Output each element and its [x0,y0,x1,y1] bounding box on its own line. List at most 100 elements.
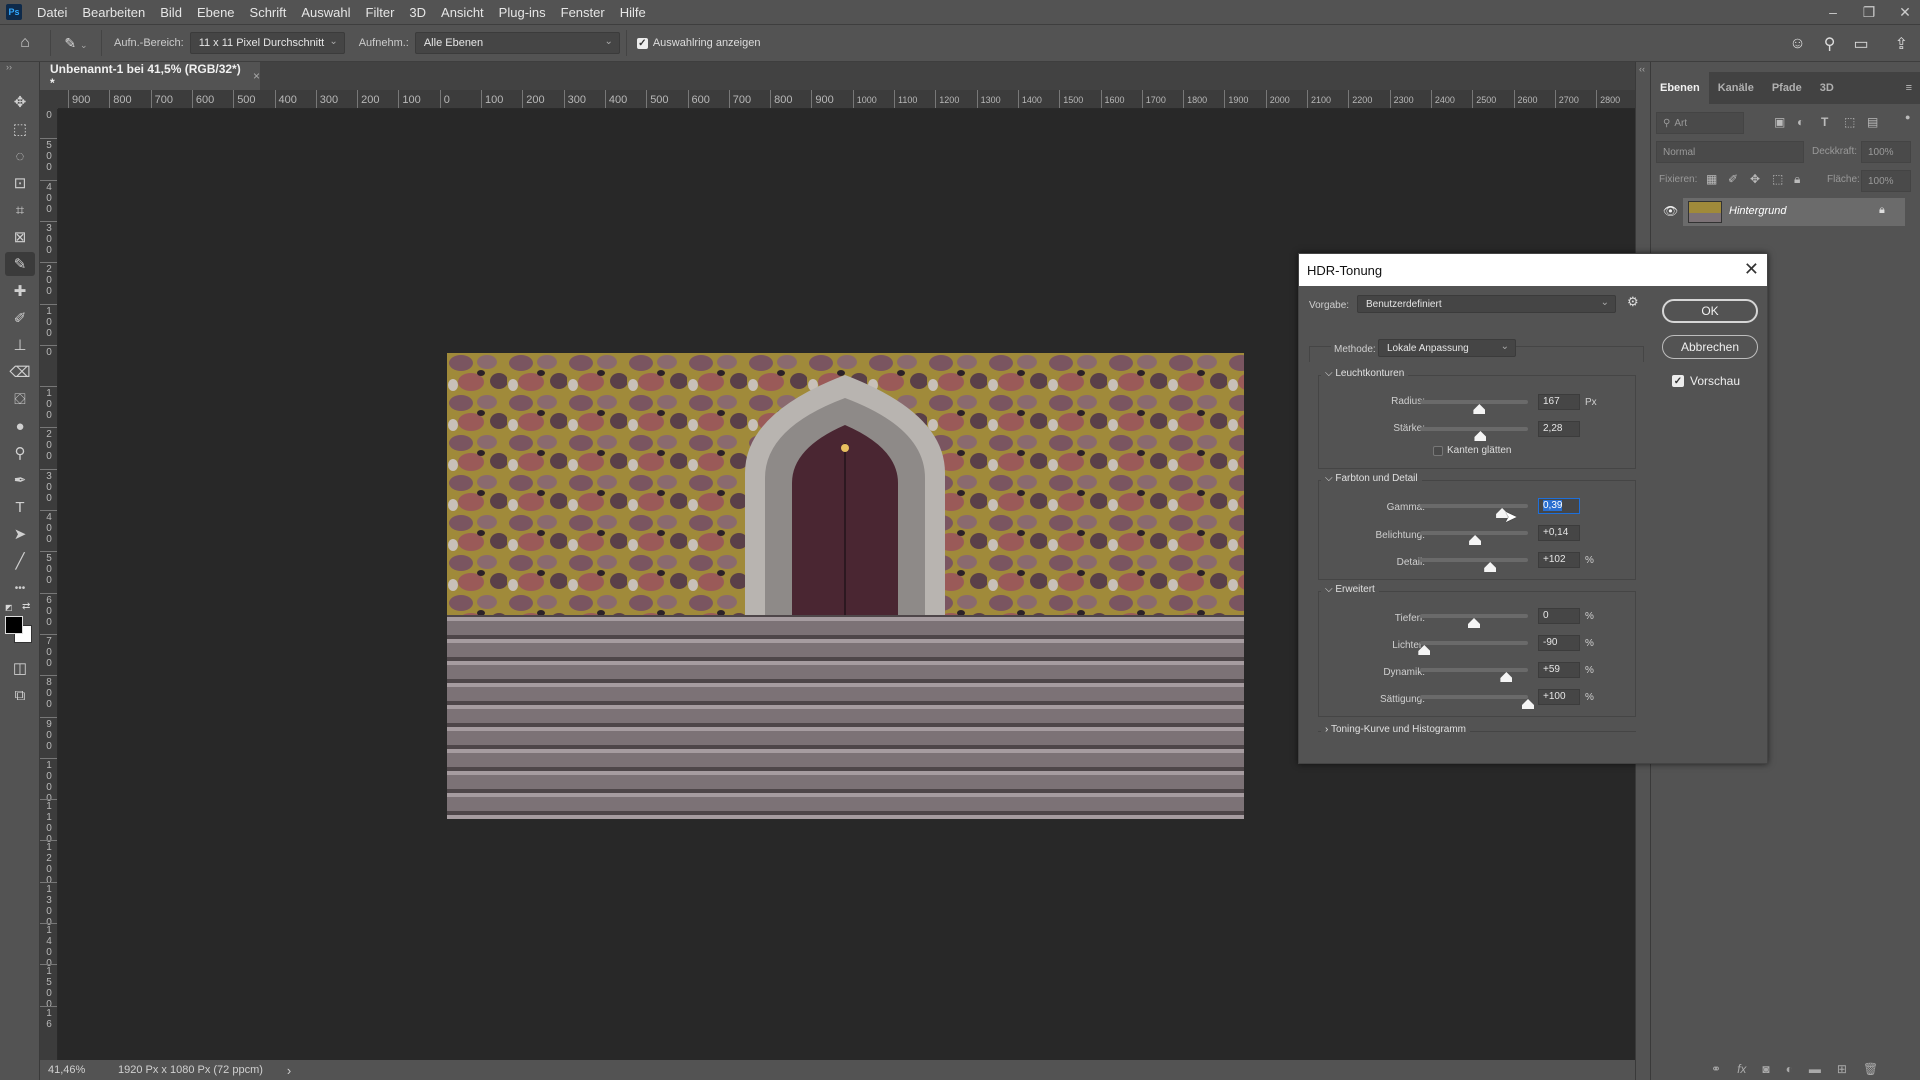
menu-hilfe[interactable]: Hilfe [613,5,654,20]
exposure-slider[interactable] [1420,531,1528,535]
more-tools[interactable]: ••• [5,576,35,600]
sample-size-select[interactable]: 11 x 11 Pixel Durchschnitt ⌄ [189,32,345,54]
exposure-field[interactable]: +0,14 [1538,525,1580,541]
collapse-toolbar-icon[interactable]: ›› [0,62,39,76]
menu-ansicht[interactable]: Ansicht [434,5,492,20]
workspace-icon[interactable]: ▭ [1853,34,1868,54]
vibrance-field[interactable]: +59 [1538,662,1580,678]
fill-field[interactable]: 100% [1861,170,1911,192]
shadow-slider[interactable] [1420,614,1528,618]
close-window-button[interactable]: ✕ [1890,0,1920,24]
quick-mask-icon[interactable]: ◫ [5,656,35,680]
preview-checkbox[interactable]: ✓ [1672,375,1684,387]
close-icon[interactable]: ✕ [1744,259,1759,280]
strength-slider[interactable] [1420,427,1528,431]
saturation-field[interactable]: +100 [1538,689,1580,705]
new-group-icon[interactable]: ▬ [1809,1062,1821,1076]
ok-button[interactable]: OK [1662,299,1758,323]
highlight-slider[interactable] [1420,641,1528,645]
saturation-slider[interactable] [1420,695,1528,699]
type-tool[interactable]: T [5,495,35,519]
new-layer-icon[interactable]: ⊞ [1837,1062,1847,1076]
layer-row[interactable]: 👁︎ Hintergrund 🔒︎ [1651,198,1913,226]
filter-toggle-icon[interactable]: ● [1905,112,1910,122]
search-icon[interactable]: ⚲ [1824,34,1836,54]
detail-field[interactable]: +102 [1538,552,1580,568]
zoom-level[interactable]: 41,46% [48,1064,108,1076]
status-expand-icon[interactable]: › [287,1063,291,1078]
lock-position-icon[interactable]: ✥ [1750,172,1760,186]
foreground-color-swatch[interactable] [5,616,23,634]
lock-image-icon[interactable]: ✐ [1728,172,1738,186]
shadow-field[interactable]: 0 [1538,608,1580,624]
dialog-title-bar[interactable]: HDR-Tonung ✕ [1299,254,1767,286]
object-select-tool[interactable]: ⊡ [5,171,35,195]
menu-fenster[interactable]: Fenster [554,5,613,20]
filter-adjustment-icon[interactable]: ◐ [1797,115,1804,129]
visibility-eye-icon[interactable]: 👁︎ [1663,204,1678,218]
healing-brush-tool[interactable]: ✚ [5,279,35,303]
lock-artboard-icon[interactable]: ⬚ [1772,172,1783,186]
edge-glow-section-toggle[interactable]: ⌵ Leuchtkonturen [1321,368,1409,379]
advanced-section-toggle[interactable]: ⌵ Erweitert [1321,584,1379,595]
menu-schrift[interactable]: Schrift [243,5,295,20]
vibrance-slider[interactable] [1420,668,1528,672]
path-select-tool[interactable]: ➤ [5,522,35,546]
add-mask-icon[interactable]: ◙ [1762,1062,1769,1076]
move-tool[interactable]: ✥ [5,90,35,114]
menu-auswahl[interactable]: Auswahl [294,5,358,20]
lasso-tool[interactable]: ◌ [5,144,35,168]
share-icon[interactable]: ⇪ [1895,34,1908,54]
preset-select[interactable]: Benutzerdefiniert ⌄ [1357,295,1616,313]
delete-layer-icon[interactable]: 🗑︎ [1863,1062,1878,1076]
minimize-button[interactable]: – [1818,0,1848,24]
smooth-edges-toggle[interactable]: Kanten glätten [1433,445,1512,456]
lock-transparent-icon[interactable]: ▦ [1706,172,1717,186]
stamp-tool[interactable]: ⊥ [5,333,35,357]
detail-slider[interactable] [1420,558,1528,562]
tab-ebenen[interactable]: Ebenen [1651,72,1709,104]
menu-bild[interactable]: Bild [153,5,190,20]
radius-slider[interactable] [1420,400,1528,404]
tab-kanaele[interactable]: Kanäle [1709,72,1763,104]
screen-mode-icon[interactable]: ⧉ [5,683,35,707]
method-select[interactable]: Lokale Anpassung ⌄ [1378,339,1516,357]
cancel-button[interactable]: Abbrechen [1662,335,1758,359]
opacity-field[interactable]: 100% [1861,141,1911,163]
close-tab-icon[interactable]: × [253,69,260,83]
menu-filter[interactable]: Filter [359,5,403,20]
blend-mode-select[interactable]: Normal [1656,141,1804,163]
filter-pixel-icon[interactable]: ▣ [1774,115,1785,129]
document-tab[interactable]: Unbenannt-1 bei 41,5% (RGB/32*) * × [40,62,260,90]
menu-3d[interactable]: 3D [402,5,434,20]
menu-datei[interactable]: Datei [30,5,75,20]
restore-button[interactable]: ❐ [1854,0,1884,24]
tab-3d[interactable]: 3D [1811,72,1843,104]
share-people-icon[interactable]: ☺ [1789,35,1805,53]
preset-gear-icon[interactable]: ⚙ [1627,294,1639,310]
menu-ebene[interactable]: Ebene [190,5,243,20]
line-tool[interactable]: ╱ [5,549,35,573]
link-layers-icon[interactable]: ⚭ [1711,1062,1721,1076]
lock-all-icon[interactable]: 🔒︎ [1794,172,1800,187]
strength-field[interactable]: 2,28 [1538,421,1580,437]
highlight-field[interactable]: -90 [1538,635,1580,651]
marquee-tool[interactable]: ⬚ [5,117,35,141]
sample-layers-select[interactable]: Alle Ebenen ⌄ [414,32,620,54]
gamma-field[interactable]: 0,39 [1538,498,1580,514]
layer-name[interactable]: Hintergrund [1729,205,1786,217]
default-colors-icon[interactable]: ◩ [5,603,13,612]
show-ring-checkbox[interactable]: ✓ [636,37,648,49]
tone-detail-section-toggle[interactable]: ⌵ Farbton und Detail [1321,473,1422,484]
filter-type-icon[interactable]: T [1821,115,1828,129]
adjustment-layer-icon[interactable]: ◐ [1786,1062,1793,1076]
menu-bearbeiten[interactable]: Bearbeiten [75,5,153,20]
tab-pfade[interactable]: Pfade [1763,72,1811,104]
menu-plug-ins[interactable]: Plug-ins [492,5,554,20]
preview-toggle[interactable]: ✓ Vorschau [1672,374,1740,388]
eyedropper-preset-icon[interactable]: ✎ ⌄ [51,35,101,52]
paint-bucket-tool[interactable]: ⛋ [5,387,35,411]
layer-style-icon[interactable]: fx [1737,1062,1746,1076]
frame-tool[interactable]: ⊠ [5,225,35,249]
swap-colors-icon[interactable]: ⇄ [22,601,30,612]
